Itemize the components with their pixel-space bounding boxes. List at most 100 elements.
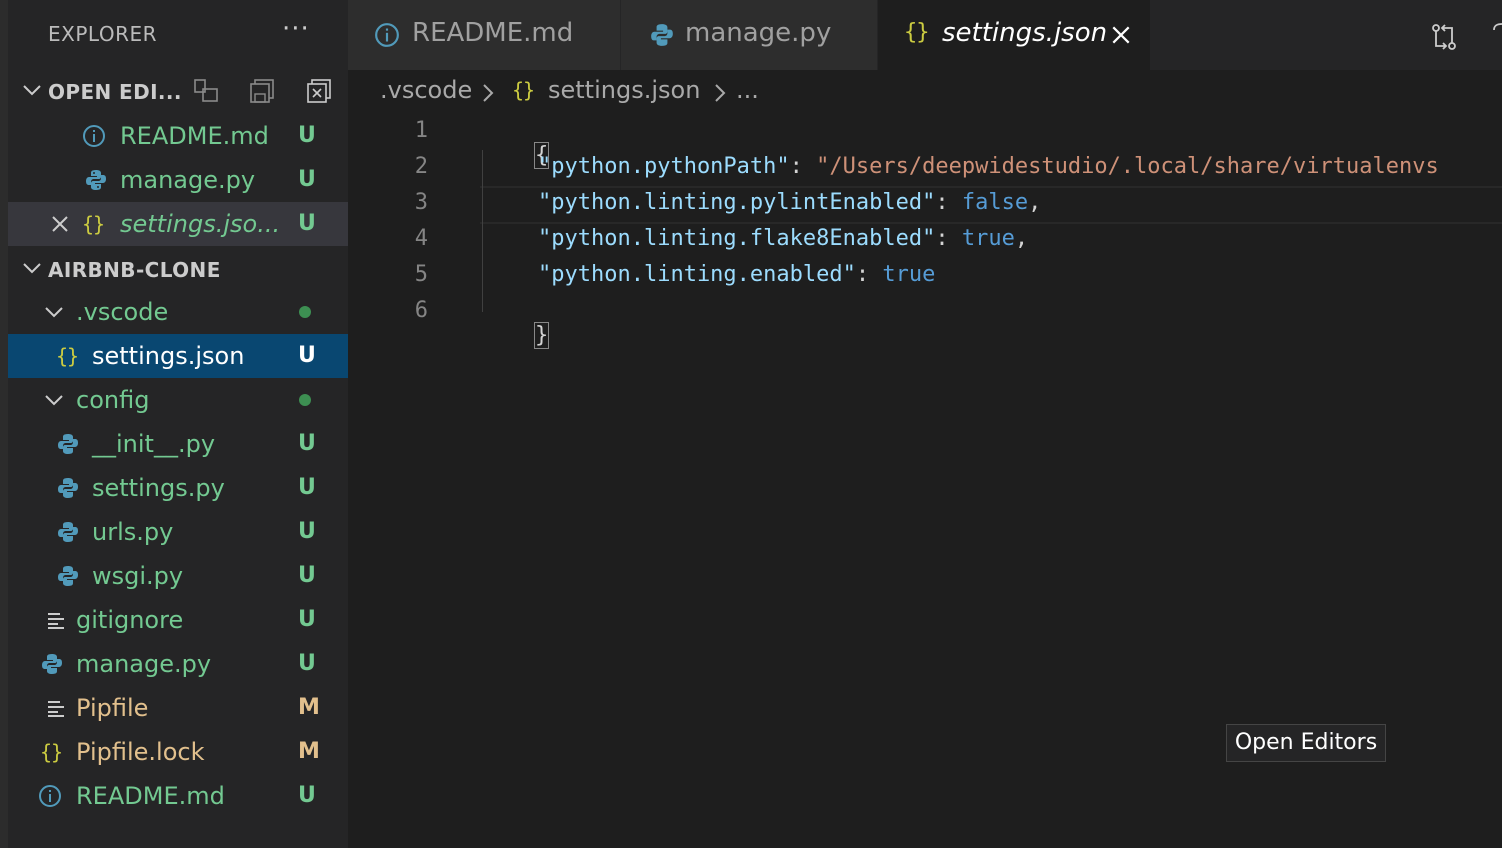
text-lines-icon bbox=[48, 701, 64, 717]
code-line: "python.linting.flake8Enabled": true, bbox=[538, 226, 1028, 251]
split-editor-icon[interactable] bbox=[1490, 20, 1502, 50]
json-separator: : bbox=[935, 190, 962, 215]
chevron-right-icon bbox=[715, 84, 726, 102]
info-icon bbox=[39, 785, 61, 807]
code-line: "python.pythonPath": "/Users/deepwidestu… bbox=[538, 154, 1502, 179]
line-number: 3 bbox=[414, 190, 428, 215]
file-pipfile-lock[interactable]: {} Pipfile.lock M bbox=[8, 730, 348, 774]
python-icon bbox=[58, 478, 78, 498]
json-boolean-value: true bbox=[882, 262, 936, 287]
json-separator: : bbox=[855, 262, 883, 287]
json-key: "python.linting.pylintEnabled" bbox=[538, 190, 936, 215]
editor-tab-bar: README.md manage.py {} settings.json bbox=[348, 0, 1502, 70]
file-wsgi-py[interactable]: wsgi.py U bbox=[8, 554, 348, 598]
open-editor-readme[interactable]: README.md U bbox=[8, 114, 348, 158]
close-icon[interactable] bbox=[1110, 24, 1132, 46]
tab-label: manage.py bbox=[685, 18, 832, 48]
open-editor-label: README.md bbox=[120, 122, 269, 150]
file-urls-py[interactable]: urls.py U bbox=[8, 510, 348, 554]
tab-label: settings.json bbox=[942, 18, 1108, 48]
python-icon bbox=[86, 170, 106, 190]
tab-manage-py[interactable]: manage.py bbox=[621, 0, 877, 70]
git-status-dot bbox=[299, 306, 311, 318]
git-status-badge: U bbox=[298, 783, 316, 808]
json-key: "python.linting.enabled" bbox=[538, 262, 856, 287]
json-comma: , bbox=[1014, 226, 1029, 251]
line-number: 4 bbox=[414, 226, 428, 251]
json-boolean-value: true bbox=[961, 226, 1015, 251]
git-status-badge: M bbox=[298, 695, 320, 720]
close-all-editors-icon[interactable] bbox=[304, 76, 334, 106]
folder-label: config bbox=[76, 386, 150, 414]
tooltip: Open Editors bbox=[1226, 724, 1386, 762]
project-folder-header[interactable]: AIRBNB-CLONE bbox=[8, 248, 348, 292]
tab-settings-json[interactable]: {} settings.json bbox=[878, 0, 1150, 70]
breadcrumb-file[interactable]: settings.json bbox=[548, 76, 700, 104]
save-all-icon[interactable] bbox=[248, 76, 278, 106]
json-icon: {} bbox=[904, 20, 929, 45]
file-init-py[interactable]: __init__.py U bbox=[8, 422, 348, 466]
json-string-value: "/Users/deepwidestudio/.local/share/virt… bbox=[816, 154, 1439, 179]
file-gitignore[interactable]: gitignore U bbox=[8, 598, 348, 642]
info-icon bbox=[375, 23, 399, 47]
breadcrumb-more[interactable]: ... bbox=[736, 76, 759, 104]
new-untitled-file-icon[interactable] bbox=[192, 76, 222, 106]
python-icon bbox=[58, 522, 78, 542]
open-editors-title: OPEN EDI... bbox=[48, 80, 182, 104]
file-label: settings.json bbox=[92, 342, 245, 370]
open-changes-icon[interactable] bbox=[1428, 20, 1460, 54]
more-actions-icon[interactable]: ··· bbox=[282, 14, 310, 44]
file-settings-py[interactable]: settings.py U bbox=[8, 466, 348, 510]
text-lines-icon bbox=[48, 613, 64, 629]
folder-config[interactable]: config bbox=[8, 378, 348, 422]
json-comma: , bbox=[1028, 190, 1042, 215]
code-line: "python.linting.pylintEnabled": false, bbox=[538, 190, 1041, 215]
project-title: AIRBNB-CLONE bbox=[48, 258, 221, 282]
file-settings-json[interactable]: {} settings.json U bbox=[8, 334, 348, 378]
folder-vscode[interactable]: .vscode bbox=[8, 290, 348, 334]
git-status-badge: U bbox=[298, 167, 316, 192]
file-label: gitignore bbox=[76, 606, 184, 634]
git-status-badge: U bbox=[298, 475, 316, 500]
file-manage-py[interactable]: manage.py U bbox=[8, 642, 348, 686]
file-label: urls.py bbox=[92, 518, 174, 546]
open-editor-settings-json[interactable]: {} settings.jso... U bbox=[8, 202, 348, 246]
chevron-down-icon bbox=[45, 307, 63, 318]
open-editors-header[interactable]: OPEN EDI... bbox=[8, 70, 348, 114]
git-status-dot bbox=[299, 394, 311, 406]
file-label: settings.py bbox=[92, 474, 225, 502]
code-line: } bbox=[482, 298, 550, 373]
tab-readme[interactable]: README.md bbox=[348, 0, 620, 70]
info-icon bbox=[83, 125, 105, 147]
close-icon[interactable] bbox=[50, 214, 70, 234]
open-editor-label: settings.jso... bbox=[120, 210, 281, 238]
file-label: __init__.py bbox=[92, 430, 216, 458]
line-number: 5 bbox=[414, 262, 428, 287]
line-number: 1 bbox=[414, 118, 428, 143]
file-readme[interactable]: README.md U bbox=[8, 774, 348, 818]
json-separator: : bbox=[935, 226, 962, 251]
python-icon bbox=[651, 24, 673, 46]
explorer-sidebar: EXPLORER ··· OPEN EDI... README.md U man… bbox=[0, 0, 348, 848]
chevron-down-icon bbox=[23, 263, 41, 274]
json-boolean-value: false bbox=[961, 190, 1029, 215]
code-line: "python.linting.enabled": true bbox=[538, 262, 935, 287]
file-label: wsgi.py bbox=[92, 562, 184, 590]
python-icon bbox=[42, 654, 62, 674]
git-status-badge: M bbox=[298, 739, 320, 764]
breadcrumb-folder[interactable]: .vscode bbox=[380, 76, 472, 104]
open-editor-manage-py[interactable]: manage.py U bbox=[8, 158, 348, 202]
bracket-match: } bbox=[533, 322, 550, 349]
python-icon bbox=[58, 434, 78, 454]
tab-label: README.md bbox=[412, 18, 574, 48]
file-pipfile[interactable]: Pipfile M bbox=[8, 686, 348, 730]
json-icon: {} bbox=[82, 212, 105, 236]
json-separator: : bbox=[789, 154, 817, 179]
file-label: Pipfile.lock bbox=[76, 738, 205, 766]
chevron-right-icon bbox=[483, 84, 494, 102]
folder-label: .vscode bbox=[76, 298, 169, 326]
git-status-badge: U bbox=[298, 431, 316, 456]
chevron-down-icon bbox=[23, 85, 41, 96]
line-number: 6 bbox=[414, 298, 428, 323]
git-status-badge: U bbox=[298, 519, 316, 544]
